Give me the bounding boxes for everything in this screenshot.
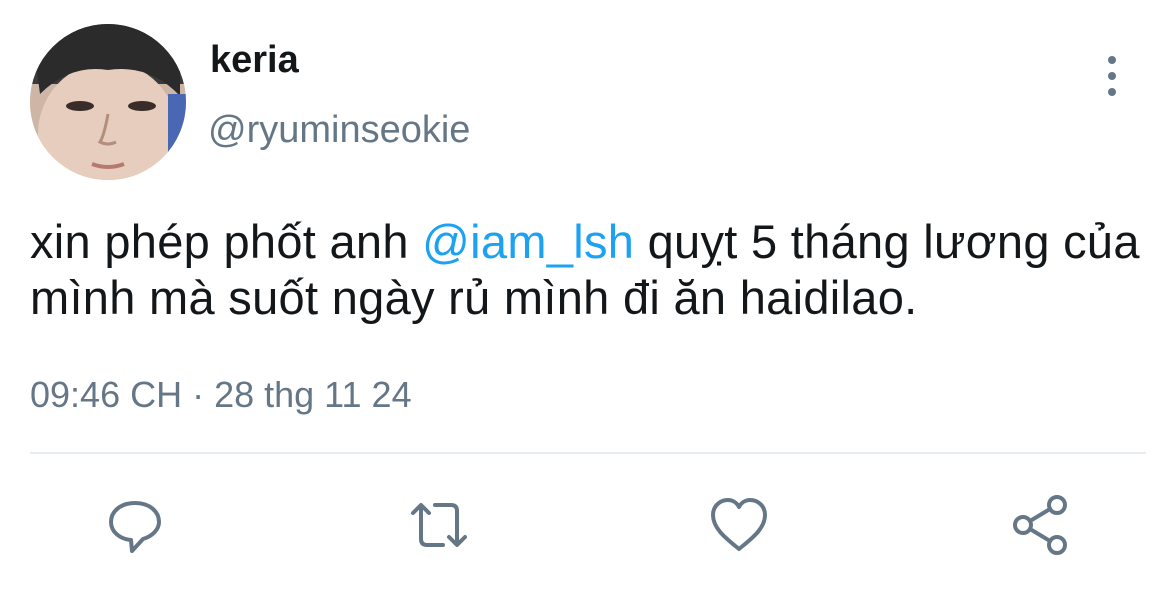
retweet-button[interactable] — [404, 490, 474, 560]
share-icon — [1013, 495, 1067, 555]
tweet-card: keria @ryuminseokie xin phép phốt anh @i… — [0, 0, 1176, 600]
heart-icon — [711, 498, 767, 551]
like-button[interactable] — [704, 490, 774, 560]
more-vertical-icon — [1108, 56, 1116, 64]
retweet-icon — [411, 503, 467, 547]
user-handle[interactable]: @ryuminseokie — [208, 106, 470, 154]
divider — [30, 452, 1146, 454]
avatar[interactable] — [30, 24, 186, 180]
more-dot — [1108, 72, 1116, 80]
reply-icon — [109, 501, 161, 553]
more-options-button[interactable] — [1092, 52, 1132, 100]
tweet-text-before: xin phép phốt anh — [30, 215, 423, 268]
more-dot — [1108, 88, 1116, 96]
reply-button[interactable] — [100, 490, 170, 560]
tweet-text: xin phép phốt anh @iam_lsh quỵt 5 tháng … — [30, 214, 1170, 326]
share-button[interactable] — [1006, 490, 1076, 560]
avatar-image — [30, 24, 186, 180]
display-name[interactable]: keria — [210, 36, 299, 84]
tweet-timestamp[interactable]: 09:46 CH · 28 thg 11 24 — [30, 372, 412, 418]
action-bar — [0, 490, 1176, 560]
mention-link[interactable]: @iam_lsh — [422, 215, 634, 268]
